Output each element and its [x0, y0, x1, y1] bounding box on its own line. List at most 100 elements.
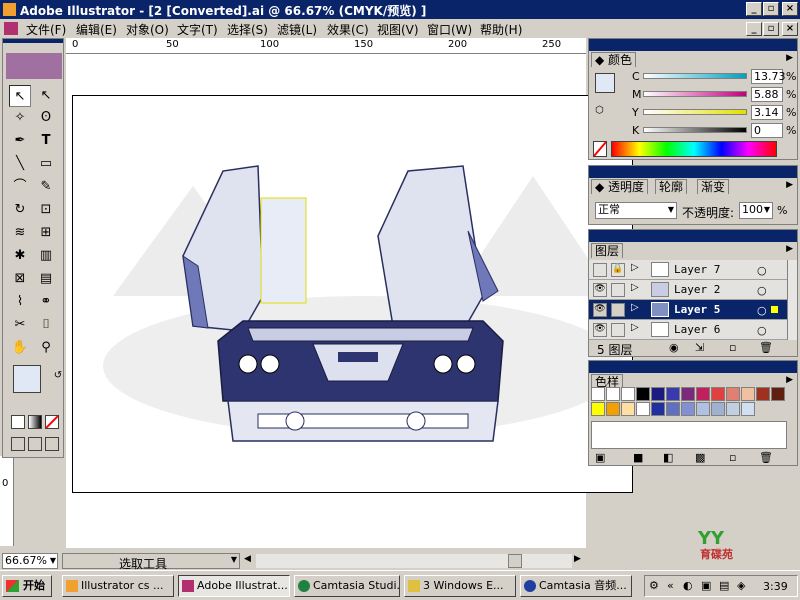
lock-toggle[interactable]	[611, 323, 625, 337]
slice-tool-icon[interactable]: ⌷	[35, 314, 57, 336]
color-swatch[interactable]	[726, 387, 740, 401]
eye-icon[interactable]: 👁	[593, 303, 607, 317]
color-swatch[interactable]	[741, 402, 755, 416]
panel-menu-icon[interactable]: ▶	[786, 53, 793, 63]
color-swatch[interactable]	[696, 402, 710, 416]
layer-name[interactable]: Layer 6	[674, 323, 720, 336]
close-button[interactable]: ×	[782, 2, 798, 16]
none-color-button[interactable]	[593, 141, 607, 157]
menu-effect[interactable]: 效果(C)	[327, 21, 369, 38]
fill-color-swatch[interactable]	[13, 365, 41, 393]
tray-icon[interactable]: ◐	[683, 579, 693, 592]
k-slider[interactable]	[643, 127, 747, 133]
layer-name[interactable]: Layer 2	[674, 283, 720, 296]
color-swatch[interactable]	[666, 387, 680, 401]
tray-expand-icon[interactable]: «	[667, 579, 674, 592]
layer-row[interactable]: 👁 ▷ Layer 2 ○	[589, 280, 787, 300]
show-swatch-kinds-icon[interactable]: ▣	[595, 451, 605, 464]
color-swatch[interactable]	[771, 387, 785, 401]
lasso-tool-icon[interactable]: ʘ	[35, 107, 57, 129]
volume-icon[interactable]: ◈	[737, 579, 745, 592]
mesh-tool-icon[interactable]: ⊠	[9, 268, 31, 290]
m-value-field[interactable]: 5.88	[751, 87, 783, 102]
color-swatch[interactable]	[606, 387, 620, 401]
color-swatch[interactable]	[621, 387, 635, 401]
color-swatch[interactable]	[606, 402, 620, 416]
new-sublayer-icon[interactable]: ⇲	[695, 341, 704, 354]
taskbar-item[interactable]: Camtasia Studi...	[294, 575, 400, 597]
color-swatch[interactable]	[621, 402, 635, 416]
scrollbar-thumb[interactable]	[508, 554, 522, 568]
m-slider[interactable]	[643, 91, 747, 97]
maximize-button[interactable]: ▫	[763, 2, 779, 16]
delete-layer-icon[interactable]: 🗑	[759, 341, 773, 354]
pen-tool-icon[interactable]: ✒	[9, 130, 31, 152]
blend-mode-select[interactable]: 正常 ▼	[595, 202, 677, 219]
color-swatch[interactable]	[696, 387, 710, 401]
tray-icon[interactable]: ▣	[701, 579, 711, 592]
doc-close-button[interactable]: ×	[782, 22, 798, 36]
show-color-swatches-icon[interactable]: ■	[633, 451, 643, 464]
doc-minimize-button[interactable]: _	[746, 22, 762, 36]
tray-icon[interactable]: ⚙	[649, 579, 659, 592]
scroll-left-icon[interactable]: ◀	[244, 554, 251, 564]
full-screen-mode-button[interactable]	[45, 437, 59, 451]
panel-menu-icon[interactable]: ▶	[786, 375, 793, 385]
tab-gradient[interactable]: 渐变	[697, 179, 730, 194]
color-swatch[interactable]	[711, 387, 725, 401]
color-swatch[interactable]	[591, 402, 605, 416]
type-tool-icon[interactable]: T	[35, 130, 57, 152]
swatches-panel-titlebar[interactable]	[589, 361, 797, 373]
scissors-tool-icon[interactable]: ✂	[9, 314, 31, 336]
rotate-tool-icon[interactable]: ↻	[9, 199, 31, 221]
expand-triangle-icon[interactable]: ▷	[631, 282, 639, 293]
artboard[interactable]	[72, 95, 633, 493]
color-swatch[interactable]	[756, 387, 770, 401]
color-swatch[interactable]	[651, 387, 665, 401]
expand-triangle-icon[interactable]: ▷	[631, 302, 639, 313]
color-swatch[interactable]	[591, 387, 605, 401]
car-illustration[interactable]	[73, 96, 634, 494]
transparency-panel-titlebar[interactable]	[589, 166, 797, 178]
pencil-tool-icon[interactable]: ✎	[35, 176, 57, 198]
toolbox-titlebar[interactable]	[3, 39, 63, 43]
menu-type[interactable]: 文字(T)	[177, 21, 218, 38]
color-swatch[interactable]	[681, 387, 695, 401]
taskbar-item[interactable]: Camtasia 音频...	[520, 575, 632, 597]
taskbar-item-active[interactable]: Adobe Illustrat...	[178, 575, 290, 597]
tab-layers[interactable]: 图层	[591, 243, 624, 258]
target-circle-icon[interactable]: ○	[757, 324, 767, 337]
panel-menu-icon[interactable]: ▶	[786, 180, 793, 190]
start-button[interactable]: 开始	[2, 575, 52, 597]
menu-select[interactable]: 选择(S)	[227, 21, 268, 38]
gradient-tool-icon[interactable]: ▤	[35, 268, 57, 290]
warp-tool-icon[interactable]: ≋	[9, 222, 31, 244]
layers-scrollbar[interactable]	[787, 260, 797, 340]
delete-swatch-icon[interactable]: 🗑	[759, 451, 773, 464]
color-swatch[interactable]	[666, 402, 680, 416]
gradient-mode-button[interactable]	[28, 415, 42, 429]
zoom-tool-icon[interactable]: ⚲	[35, 337, 57, 359]
menu-filter[interactable]: 滤镜(L)	[277, 21, 317, 38]
show-gradient-swatches-icon[interactable]: ◧	[663, 451, 673, 464]
blend-tool-icon[interactable]: ⚭	[35, 291, 57, 313]
y-slider[interactable]	[643, 109, 747, 115]
scale-tool-icon[interactable]: ⊡	[35, 199, 57, 221]
magic-wand-tool-icon[interactable]: ✧	[9, 107, 31, 129]
make-clipping-mask-icon[interactable]: ◉	[669, 341, 679, 354]
lock-toggle[interactable]	[611, 283, 625, 297]
color-swatch[interactable]	[636, 387, 650, 401]
c-slider[interactable]	[643, 73, 747, 79]
full-screen-menu-mode-button[interactable]	[28, 437, 42, 451]
color-swatch[interactable]	[726, 402, 740, 416]
tab-color[interactable]: ◆ 颜色	[591, 52, 637, 67]
layer-row[interactable]: 🔒 ▷ Layer 7 ○	[589, 260, 787, 280]
doc-restore-button[interactable]: ▫	[763, 22, 779, 36]
color-panel-titlebar[interactable]	[589, 39, 797, 51]
color-swatch[interactable]	[711, 402, 725, 416]
menu-view[interactable]: 视图(V)	[377, 21, 419, 38]
new-layer-icon[interactable]: ▫	[729, 341, 736, 354]
new-swatch-icon[interactable]: ▫	[729, 451, 736, 464]
minimize-button[interactable]: _	[746, 2, 762, 16]
lock-toggle[interactable]	[611, 303, 625, 317]
